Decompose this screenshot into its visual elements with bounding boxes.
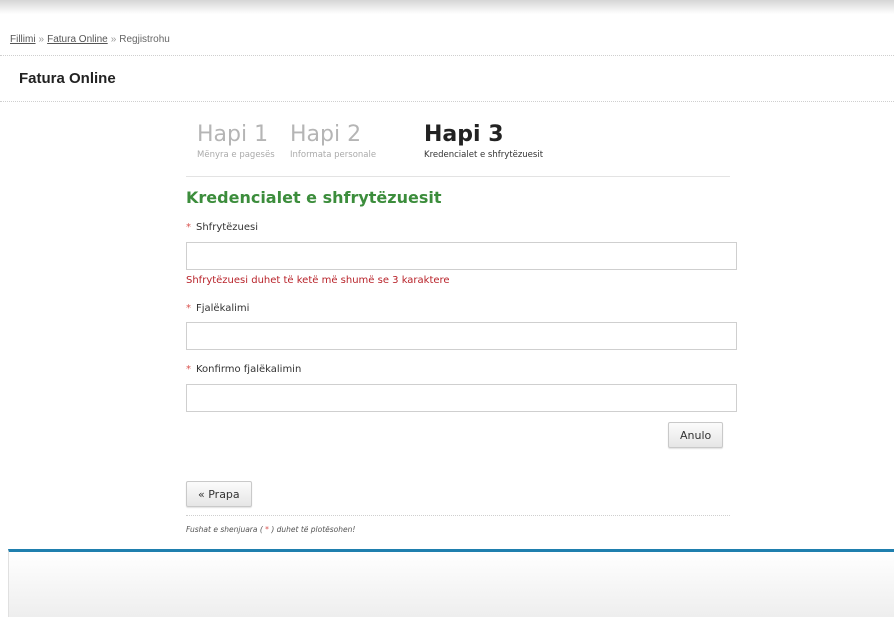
divider (186, 515, 730, 516)
step-1: Hapi 1 Mënyra e pagesës (197, 122, 275, 160)
confirm-password-input[interactable] (186, 384, 737, 412)
divider (186, 176, 730, 177)
step-1-title: Hapi 1 (197, 122, 269, 147)
step-2-subtitle: Informata personale (290, 150, 377, 160)
page-footer (8, 549, 894, 617)
breadcrumb-link-home[interactable]: Fillimi (10, 34, 36, 45)
page-title: Fatura Online (19, 70, 116, 87)
username-label-text: Shfrytëzuesi (196, 222, 259, 233)
step-3-title: Hapi 3 (424, 122, 504, 147)
breadcrumb: Fillimi» Fatura Online» Regjistrohu (10, 34, 170, 45)
step-3-subtitle: Kredencialet e shfrytëzuesit (424, 150, 544, 160)
divider (0, 101, 894, 102)
required-marker: * (186, 222, 191, 233)
username-input[interactable] (186, 242, 737, 270)
footnote-text-start: Fushat e shenjuara ( (186, 525, 263, 534)
cancel-button[interactable]: Anulo (668, 422, 724, 448)
required-marker: * (186, 303, 191, 314)
divider (0, 55, 894, 56)
step-2-title: Hapi 2 (290, 122, 362, 147)
username-label: * Shfrytëzuesi (186, 222, 258, 233)
section-title: Kredencialet e shfrytëzuesit (186, 188, 442, 207)
password-label-text: Fjalëkalimi (196, 303, 250, 314)
username-error: Shfrytëzuesi duhet të ketë më shumë se 3… (186, 275, 450, 286)
breadcrumb-current: Regjistrohu (119, 34, 170, 45)
step-2: Hapi 2 Informata personale (290, 122, 376, 160)
confirm-password-label: * Konfirmo fjalëkalimin (186, 364, 301, 375)
breadcrumb-link-fatura[interactable]: Fatura Online (47, 34, 108, 45)
step-3-active: Hapi 3 Kredencialet e shfrytëzuesit (424, 122, 543, 160)
top-shadow (0, 0, 894, 14)
required-fields-note: Fushat e shenjuara ( * ) duhet të plotës… (186, 525, 355, 534)
footnote-text-end: ) duhet të plotësohen! (271, 525, 356, 534)
breadcrumb-separator: » (110, 34, 117, 45)
breadcrumb-separator: » (38, 34, 45, 45)
password-label: * Fjalëkalimi (186, 303, 249, 314)
confirm-password-label-text: Konfirmo fjalëkalimin (196, 364, 302, 375)
back-button[interactable]: « Prapa (186, 481, 252, 507)
password-input[interactable] (186, 322, 737, 350)
required-marker: * (186, 364, 191, 375)
step-1-subtitle: Mënyra e pagesës (197, 150, 275, 160)
